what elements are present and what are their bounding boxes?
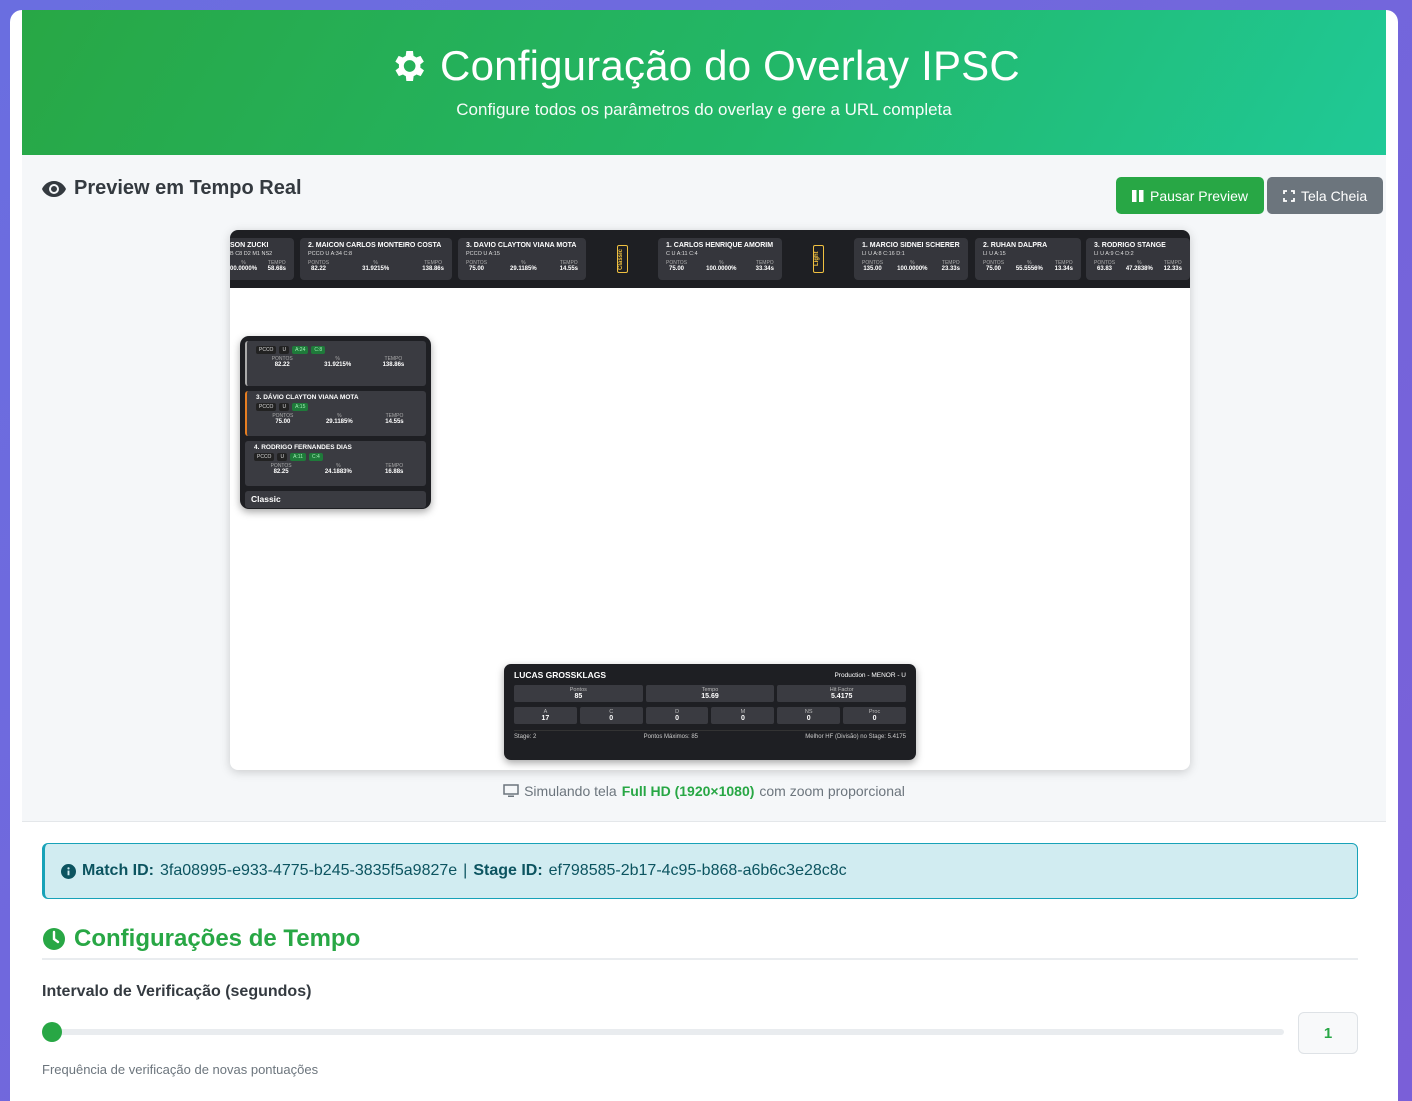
simulation-note: Simulando tela Full HD (1920×1080) com z… xyxy=(22,783,1386,799)
list-item: 3. DÁVIO CLAYTON VIANA MOTA PCCO U A:15 PO… xyxy=(245,391,426,436)
hit-cell: C0 xyxy=(579,707,643,724)
max-points: Pontos Máximos: 85 xyxy=(643,734,698,740)
list-item: 4. RODRIGO FERNANDES DIAS PCCO U A:11 C:4 P… xyxy=(245,441,426,486)
interval-help-text: Frequência de verificação de novas pontu… xyxy=(42,1062,319,1077)
top-card: 3. RODRIGO STANGE LI U A:9 C:4 D:2 PONTO… xyxy=(1086,238,1190,280)
hit-cell: NS 0 xyxy=(777,707,841,724)
page-header: Configuração do Overlay IPSC Configure t… xyxy=(22,10,1386,155)
monitor-icon xyxy=(503,784,519,797)
slider-handle[interactable] xyxy=(42,1022,62,1042)
top-card: 1. MARCIO SIDNEI SCHERER LI U A:8 C:16 D… xyxy=(854,238,968,280)
match-id-label: Match ID: xyxy=(82,862,154,879)
overlay-left-panel: PCCO U A:24 C:8 PONTOS 82.22% 31.9215% TEMPO 13… xyxy=(240,336,431,509)
time-cell: Tempo 15.69 xyxy=(645,685,775,702)
clock-icon xyxy=(43,927,65,950)
top-card: 3. DÁVIO CLAYTON VIANA MOTA PCCO U A:15 … xyxy=(458,238,586,280)
left-panel-footer: Classic xyxy=(245,491,426,508)
time-section-heading: Configurações de Tempo xyxy=(42,919,1358,960)
stage-id-label: Stage ID: xyxy=(473,862,543,879)
info-icon xyxy=(61,863,76,879)
top-card: 2. RUHAN DALPRÁ LI U A:15 PONTOS 75.00% 55… xyxy=(975,238,1081,280)
ids-alert: Match ID: 3fa08995-e933-4775-b245-3835f5… xyxy=(42,843,1358,899)
hit-cell: Proc 0 xyxy=(843,707,906,724)
interval-value: 1 xyxy=(1298,1012,1358,1054)
preview-section: Preview em Tempo Real Pausar Preview Tel… xyxy=(22,155,1386,822)
hit-cell: D0 xyxy=(645,707,709,724)
best-hf: Melhor HF (Divisão) no Stage: 5.4175 xyxy=(805,734,906,740)
hit-cell: A 17 xyxy=(514,707,577,724)
top-card: 2. MAICON CARLOS MONTEIRO COSTA PCCO U A… xyxy=(300,238,452,280)
top-card: SON ZUCKI B C8 D2 M1 NS2 % 00.0000% TEMPO 5… xyxy=(230,238,294,280)
hitfactor-cell: Hit Factor 5.4175 xyxy=(777,685,907,702)
stage-number: Stage: 2 xyxy=(514,734,537,740)
list-item: PCCO U A:24 C:8 PONTOS 82.22% 31.9215% TEMPO 13… xyxy=(245,341,426,386)
match-id-value: 3fa08995-e933-4775-b245-3835f5a9827e xyxy=(160,862,458,879)
overlay-shooter-panel: LUCAS GROSSKLAGS Production - MENOR - U … xyxy=(504,664,916,760)
interval-label: Intervalo de Verificação (segundos) xyxy=(42,983,312,1000)
preview-screen: SON ZUCKI B C8 D2 M1 NS2 % 00.0000% TEMPO 5… xyxy=(230,230,1190,770)
top-card: 1. CARLOS HENRIQUE AMORIM C U A:11 C:4 P… xyxy=(658,238,782,280)
eye-icon xyxy=(42,180,66,197)
stage-id-value: ef798585-2b17-4c95-b868-a6b6c3e28c8c xyxy=(548,862,847,879)
pause-icon xyxy=(1132,189,1144,202)
tag-classic: Classic xyxy=(617,245,628,273)
expand-icon xyxy=(1283,189,1295,202)
preview-title: Preview em Tempo Real xyxy=(74,177,302,199)
gear-icon xyxy=(395,51,425,81)
score-cell: Pontos 85 xyxy=(514,685,643,702)
page-subtitle: Configure todos os parâmetros do overlay… xyxy=(456,100,952,119)
overlay-top-bar: SON ZUCKI B C8 D2 M1 NS2 % 00.0000% TEMPO 5… xyxy=(230,230,1190,288)
interval-slider[interactable] xyxy=(42,1022,1284,1042)
pause-preview-button[interactable]: Pausar Preview xyxy=(1116,177,1265,214)
fullscreen-button[interactable]: Tela Cheia xyxy=(1267,177,1384,214)
shooter-name: LUCAS GROSSKLAGS xyxy=(514,670,607,680)
tag-light: Light xyxy=(813,245,824,273)
page-title: Configuração do Overlay IPSC xyxy=(440,42,1020,89)
shooter-division: Production - MENOR - U xyxy=(834,671,906,679)
hit-cell: M0 xyxy=(711,707,775,724)
